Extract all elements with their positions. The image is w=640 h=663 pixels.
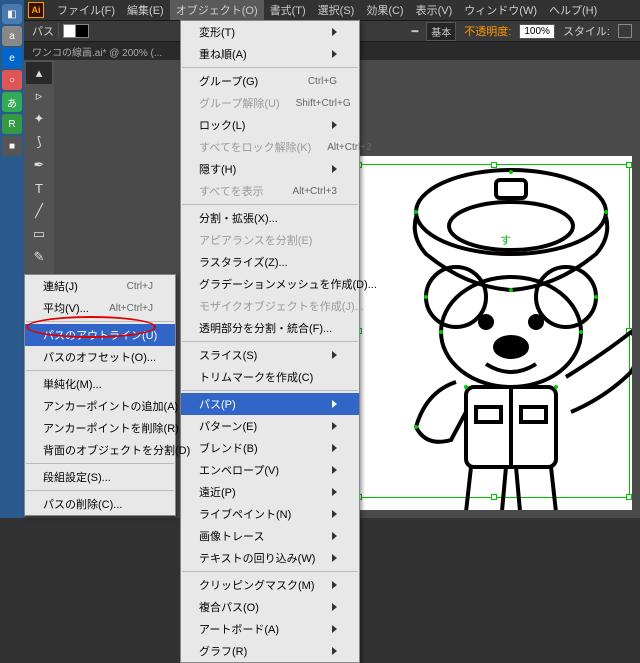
menubar: Ai ファイル(F)編集(E)オブジェクト(O)書式(T)選択(S)効果(C)表… [24, 0, 640, 20]
menu-item[interactable]: 複合パス(O) [181, 596, 359, 618]
menu-item[interactable]: アンカーポイントを削除(R) [25, 417, 175, 439]
menu-item[interactable]: 遠近(P) [181, 481, 359, 503]
submenu-arrow-icon [332, 400, 337, 408]
submenu-arrow-icon [332, 647, 337, 655]
object-menu: 変形(T)重ね順(A) グループ(G)Ctrl+Gグループ解除(U)Shift+C… [180, 20, 360, 663]
taskbar-icon[interactable]: ○ [2, 70, 22, 90]
menu-item[interactable]: グラデーションメッシュを作成(D)... [181, 273, 359, 295]
style-label: スタイル: [563, 23, 610, 39]
menu-item[interactable]: 単純化(M)... [25, 373, 175, 395]
style-swatch[interactable] [618, 24, 632, 38]
direct-selection-tool[interactable]: ▹ [26, 85, 52, 107]
submenu-arrow-icon [332, 444, 337, 452]
submenu-arrow-icon [332, 488, 337, 496]
submenu-arrow-icon [332, 532, 337, 540]
submenu-arrow-icon [332, 625, 337, 633]
menu-item[interactable]: 平均(V)...Alt+Ctrl+J [25, 297, 175, 319]
submenu-arrow-icon [332, 466, 337, 474]
taskbar-icon[interactable]: ■ [2, 136, 22, 156]
menu-item[interactable]: ライブペイント(N) [181, 503, 359, 525]
selection-tool[interactable]: ▴ [26, 62, 52, 84]
submenu-arrow-icon [332, 554, 337, 562]
menu-item[interactable]: 透明部分を分割・統合(F)... [181, 317, 359, 339]
submenu-arrow-icon [332, 28, 337, 36]
stroke-preset[interactable]: 基本 [426, 22, 456, 41]
menu-item[interactable]: 分割・拡張(X)... [181, 207, 359, 229]
menubar-item[interactable]: 書式(T) [264, 0, 312, 20]
tools-panel: ▴ ▹ ✦ ⟆ ✒ T ╱ ▭ ✎ ✏ [24, 60, 54, 293]
menubar-item[interactable]: 選択(S) [312, 0, 361, 20]
swatch-icon[interactable] [75, 24, 89, 38]
menu-item: モザイクオブジェクトを作成(J)... [181, 295, 359, 317]
opacity-label: 不透明度: [464, 23, 511, 39]
menu-item[interactable]: トリムマークを作成(C) [181, 366, 359, 388]
menu-item[interactable]: 画像トレース [181, 525, 359, 547]
type-tool[interactable]: T [26, 177, 52, 199]
rectangle-tool[interactable]: ▭ [26, 223, 52, 245]
lasso-tool[interactable]: ⟆ [26, 131, 52, 153]
magic-wand-tool[interactable]: ✦ [26, 108, 52, 130]
menu-item: すべてを表示Alt+Ctrl+3 [181, 180, 359, 202]
menu-item[interactable]: ロック(L) [181, 114, 359, 136]
menu-item[interactable]: 隠す(H) [181, 158, 359, 180]
submenu-arrow-icon [332, 351, 337, 359]
taskbar-icon[interactable]: R [2, 114, 22, 134]
menubar-item[interactable]: オブジェクト(O) [170, 0, 264, 20]
taskbar-icon[interactable]: e [2, 48, 22, 68]
menubar-item[interactable]: 編集(E) [121, 0, 170, 20]
menu-item[interactable]: 重ね順(A) [181, 43, 359, 65]
menu-item[interactable]: 連結(J)Ctrl+J [25, 275, 175, 297]
menubar-item[interactable]: ウィンドウ(W) [458, 0, 543, 20]
taskbar-icon[interactable]: a [2, 26, 22, 46]
os-taskbar: ◧ a e ○ あ R ■ [0, 0, 24, 518]
artwork-character: す [356, 162, 632, 510]
submenu-arrow-icon [332, 581, 337, 589]
svg-text:す: す [500, 234, 511, 247]
menu-item[interactable]: グラフ(R) [181, 640, 359, 662]
menu-item[interactable]: ブレンド(B) [181, 437, 359, 459]
menubar-item[interactable]: 表示(V) [410, 0, 459, 20]
app-logo-icon: Ai [28, 2, 44, 18]
menubar-item[interactable]: 効果(C) [360, 0, 409, 20]
menu-item[interactable]: パスの削除(C)... [25, 493, 175, 515]
menu-item[interactable]: パターン(E) [181, 415, 359, 437]
submenu-arrow-icon [332, 121, 337, 129]
brush-tool[interactable]: ✎ [26, 246, 52, 268]
menu-item[interactable]: ラスタライズ(Z)... [181, 251, 359, 273]
menu-item[interactable]: グループ(G)Ctrl+G [181, 70, 359, 92]
submenu-arrow-icon [332, 50, 337, 58]
menu-item[interactable]: アートボード(A) [181, 618, 359, 640]
menu-item[interactable]: パスのアウトライン(U) [25, 324, 175, 346]
menubar-item[interactable]: ファイル(F) [51, 0, 121, 20]
menu-item: グループ解除(U)Shift+Ctrl+G [181, 92, 359, 114]
menu-item[interactable]: テキストの回り込み(W) [181, 547, 359, 569]
pen-tool[interactable]: ✒ [26, 154, 52, 176]
taskbar-icon[interactable]: ◧ [2, 4, 22, 24]
menu-item[interactable]: 変形(T) [181, 21, 359, 43]
menu-item: アピアランスを分割(E) [181, 229, 359, 251]
menubar-item[interactable]: ヘルプ(H) [543, 0, 603, 20]
menu-item[interactable]: クリッピングマスク(M) [181, 574, 359, 596]
submenu-arrow-icon [332, 422, 337, 430]
options-label: パス [32, 23, 54, 39]
menu-item[interactable]: パスのオフセット(O)... [25, 346, 175, 368]
opacity-field[interactable]: 100% [519, 24, 555, 39]
taskbar-icon[interactable]: あ [2, 92, 22, 112]
menu-item[interactable]: スライス(S) [181, 344, 359, 366]
menu-item[interactable]: 段組設定(S)... [25, 466, 175, 488]
line-tool[interactable]: ╱ [26, 200, 52, 222]
submenu-arrow-icon [332, 165, 337, 173]
menu-item[interactable]: アンカーポイントの追加(A) [25, 395, 175, 417]
menu-item[interactable]: 背面のオブジェクトを分割(D) [25, 439, 175, 461]
menu-item: すべてをロック解除(K)Alt+Ctrl+2 [181, 136, 359, 158]
menu-item[interactable]: パス(P) [181, 393, 359, 415]
menu-item[interactable]: エンベロープ(V) [181, 459, 359, 481]
path-submenu: 連結(J)Ctrl+J平均(V)...Alt+Ctrl+J パスのアウトライン(U… [24, 274, 176, 516]
submenu-arrow-icon [332, 603, 337, 611]
submenu-arrow-icon [332, 510, 337, 518]
